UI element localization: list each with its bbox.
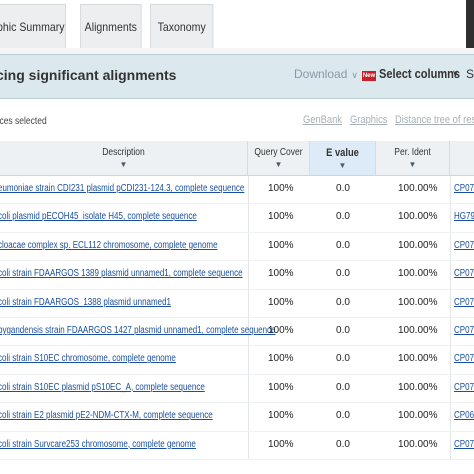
genbank-link[interactable]: GenBank bbox=[303, 114, 342, 126]
column-header-description[interactable]: Description ▼ bbox=[0, 141, 248, 175]
accession-link[interactable]: CP07 bbox=[454, 382, 474, 393]
per-ident-cell: 100.00% bbox=[398, 211, 438, 223]
query-cover-cell: 100% bbox=[268, 438, 294, 450]
e-value-cell: 0.0 bbox=[336, 324, 350, 336]
table-header: Description ▼ Query Cover ▼ E value ▼ Pe… bbox=[0, 141, 474, 176]
accession-link[interactable]: CP07 bbox=[454, 353, 474, 364]
select-columns-button[interactable]: Select columns bbox=[379, 66, 460, 81]
results-table-body: eumoniae strain CDI231 plasmid pCDI231-1… bbox=[0, 176, 474, 460]
description-link[interactable]: cloacae complex sp. ECL112 chromosome, c… bbox=[0, 240, 218, 251]
table-row[interactable]: bygandensis strain FDAARGOS 1427 plasmid… bbox=[0, 318, 474, 347]
per-ident-cell: 100.00% bbox=[398, 324, 438, 336]
graphics-link[interactable]: Graphics bbox=[350, 114, 387, 126]
show-control[interactable]: Sh bbox=[466, 67, 474, 81]
query-cover-cell: 100% bbox=[268, 324, 294, 336]
description-link[interactable]: coli plasmid pECOH45_isolate H45, comple… bbox=[0, 211, 197, 222]
accession-link[interactable]: CP07 bbox=[454, 325, 474, 336]
description-link[interactable]: coli strain E2 plasmid pE2-NDM-CTX-M, co… bbox=[0, 410, 213, 421]
per-ident-cell: 100.00% bbox=[398, 183, 438, 194]
accession-link[interactable]: CP07 bbox=[454, 183, 474, 194]
table-row[interactable]: coli strain Survcare253 chromosome, comp… bbox=[0, 432, 474, 460]
tab-alignments[interactable]: Alignments bbox=[80, 4, 142, 48]
column-header-per-ident[interactable]: Per. Ident ▼ bbox=[376, 141, 450, 175]
per-ident-cell: 100.00% bbox=[398, 381, 438, 393]
per-ident-cell: 100.00% bbox=[398, 410, 438, 422]
query-cover-cell: 100% bbox=[268, 239, 294, 251]
sort-arrow-icon[interactable]: ▼ bbox=[310, 161, 375, 170]
sort-arrow-icon[interactable]: ▼ bbox=[0, 160, 247, 169]
e-value-cell: 0.0 bbox=[336, 410, 350, 422]
query-cover-cell: 100% bbox=[268, 410, 294, 422]
accession-link[interactable]: HG79 bbox=[454, 211, 474, 222]
selected-count-label: ences selected bbox=[0, 116, 47, 127]
e-value-cell: 0.0 bbox=[336, 239, 350, 251]
table-row[interactable]: coli strain S10EC chromosome, complete g… bbox=[0, 346, 474, 375]
description-link[interactable]: coli strain Survcare253 chromosome, comp… bbox=[0, 439, 196, 450]
accession-link[interactable]: CP07 bbox=[454, 297, 474, 308]
query-cover-header-label: Query Cover bbox=[254, 147, 303, 158]
table-row[interactable]: coli strain S10EC plasmid pS10EC_A, comp… bbox=[0, 375, 474, 404]
column-header-e-value[interactable]: E value ▼ bbox=[310, 141, 376, 175]
per-ident-cell: 100.00% bbox=[398, 239, 438, 251]
description-link[interactable]: coli strain FDAARGOS 1389 plasmid unname… bbox=[0, 268, 243, 279]
column-header-query-cover[interactable]: Query Cover ▼ bbox=[248, 141, 310, 175]
query-cover-cell: 100% bbox=[268, 268, 294, 280]
sort-arrow-icon[interactable]: ▼ bbox=[376, 160, 449, 169]
e-value-header-label: E value bbox=[326, 147, 359, 159]
accession-link[interactable]: CP06 bbox=[454, 410, 474, 421]
table-row[interactable]: coli strain FDAARGOS_1388 plasmid unname… bbox=[0, 290, 474, 318]
table-row[interactable]: coli strain FDAARGOS 1389 plasmid unname… bbox=[0, 261, 474, 290]
description-link[interactable]: coli strain S10EC chromosome, complete g… bbox=[0, 353, 176, 364]
table-row[interactable]: coli plasmid pECOH45_isolate H45, comple… bbox=[0, 204, 474, 233]
table-row[interactable]: eumoniae strain CDI231 plasmid pCDI231-1… bbox=[0, 176, 474, 205]
e-value-cell: 0.0 bbox=[336, 268, 350, 280]
page-bottom bbox=[0, 462, 474, 474]
description-header-label: Description bbox=[102, 147, 145, 158]
table-row[interactable]: cloacae complex sp. ECL112 chromosome, c… bbox=[0, 233, 474, 262]
new-badge-icon: New bbox=[362, 71, 376, 81]
per-ident-header-label: Per. Ident bbox=[394, 147, 431, 158]
description-link[interactable]: eumoniae strain CDI231 plasmid pCDI231-1… bbox=[0, 183, 244, 194]
results-header-bar: cing significant alignments Download ∨ Ne… bbox=[0, 54, 474, 99]
tab-taxonomy[interactable]: Taxonomy bbox=[150, 4, 214, 48]
sort-arrow-icon[interactable]: ▼ bbox=[248, 160, 309, 169]
per-ident-cell: 100.00% bbox=[398, 353, 438, 365]
accession-link[interactable]: CP07 bbox=[454, 268, 474, 279]
distance-tree-link[interactable]: Distance tree of results bbox=[395, 114, 474, 126]
query-cover-cell: 100% bbox=[268, 381, 294, 393]
chevron-down-icon: ∨ bbox=[351, 70, 358, 80]
description-link[interactable]: coli strain S10EC plasmid pS10EC_A, comp… bbox=[0, 382, 205, 393]
query-cover-cell: 100% bbox=[268, 183, 294, 194]
per-ident-cell: 100.00% bbox=[398, 296, 438, 308]
tab-bar: Graphic Summary Alignments Taxonomy bbox=[0, 0, 474, 49]
e-value-cell: 0.0 bbox=[336, 381, 350, 393]
tab-graphic-summary[interactable]: Graphic Summary bbox=[0, 4, 66, 48]
download-label: Download bbox=[294, 67, 348, 81]
download-button[interactable]: Download ∨ bbox=[294, 67, 358, 81]
table-row[interactable]: coli strain E2 plasmid pE2-NDM-CTX-M, co… bbox=[0, 403, 474, 432]
e-value-cell: 0.0 bbox=[336, 296, 350, 308]
description-link[interactable]: coli strain FDAARGOS_1388 plasmid unname… bbox=[0, 297, 171, 308]
per-ident-cell: 100.00% bbox=[398, 438, 438, 450]
chevron-down-icon: ∨ bbox=[452, 68, 459, 78]
accession-link[interactable]: CP07 bbox=[454, 240, 474, 251]
e-value-cell: 0.0 bbox=[336, 183, 350, 194]
e-value-cell: 0.0 bbox=[336, 353, 350, 365]
e-value-cell: 0.0 bbox=[336, 211, 350, 223]
e-value-cell: 0.0 bbox=[336, 438, 350, 450]
accession-link[interactable]: CP07 bbox=[454, 439, 474, 450]
query-cover-cell: 100% bbox=[268, 353, 294, 365]
description-link[interactable]: bygandensis strain FDAARGOS 1427 plasmid… bbox=[0, 325, 276, 336]
results-title: cing significant alignments bbox=[0, 67, 177, 83]
per-ident-cell: 100.00% bbox=[398, 268, 438, 280]
selection-toolbar: ences selected GenBank Graphics Distance… bbox=[0, 99, 474, 142]
query-cover-cell: 100% bbox=[268, 211, 294, 223]
column-header-accession[interactable] bbox=[450, 141, 474, 175]
query-cover-cell: 100% bbox=[268, 296, 294, 308]
window-edge bbox=[466, 0, 474, 48]
